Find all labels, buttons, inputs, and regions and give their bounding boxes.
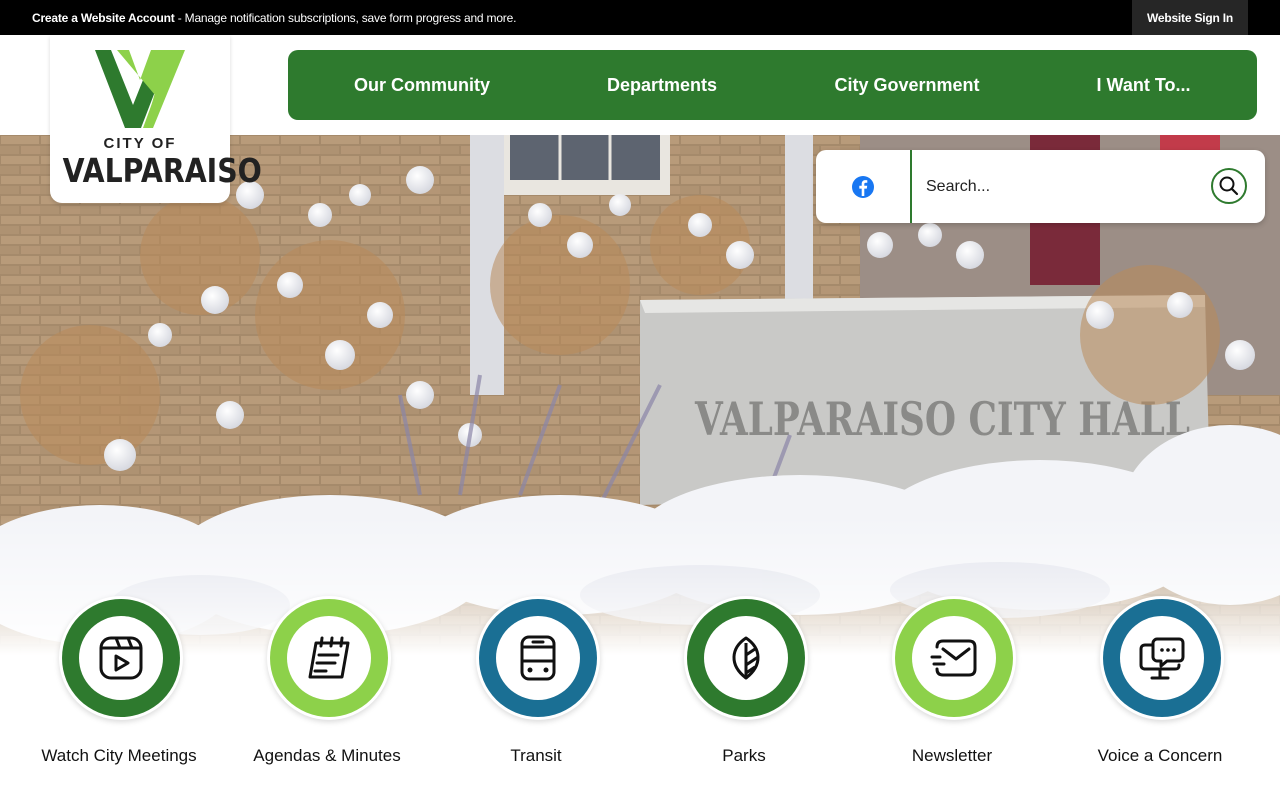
bus-icon — [520, 635, 556, 681]
quick-link-newsletter[interactable]: Newsletter — [848, 596, 1056, 776]
account-banner[interactable]: Create a Website Account - Manage notifi… — [32, 11, 516, 25]
logo-city-of: CITY OF — [103, 135, 177, 152]
mail-icon — [930, 639, 977, 677]
quick-link-label: Transit — [510, 746, 562, 765]
top-bar: Create a Website Account - Manage notifi… — [0, 0, 1280, 35]
quick-link-watch-meetings[interactable]: Watch City Meetings — [15, 596, 223, 776]
search-button[interactable] — [1211, 168, 1247, 204]
facebook-icon — [852, 175, 874, 198]
main-nav: Our Community Departments City Governmen… — [288, 50, 1257, 120]
nav-city-government[interactable]: City Government — [768, 50, 1046, 120]
quick-link-label: Newsletter — [911, 746, 993, 765]
chat-monitor-icon — [1139, 637, 1185, 680]
quick-link-transit[interactable]: Transit — [432, 596, 640, 776]
search-box — [816, 150, 1265, 223]
nav-our-community[interactable]: Our Community — [288, 50, 556, 120]
city-logo[interactable]: CITY OF VALPARAISO — [50, 35, 262, 203]
facebook-link[interactable] — [816, 150, 912, 223]
quick-link-ring — [267, 596, 391, 720]
nav-i-want-to[interactable]: I Want To... — [1046, 50, 1241, 120]
logo-city-name: VALPARAISO — [62, 151, 262, 190]
video-play-icon — [99, 636, 143, 680]
quick-link-label: Agendas & Minutes — [253, 746, 401, 765]
quick-link-label: Watch City Meetings — [41, 746, 197, 765]
quick-link-ring — [892, 596, 1016, 720]
create-account-link[interactable]: Create a Website Account — [32, 11, 175, 25]
notepad-icon — [308, 636, 350, 679]
quick-link-ring — [476, 596, 600, 720]
quick-link-ring — [59, 596, 183, 720]
leaf-icon — [732, 636, 760, 680]
account-banner-desc: - Manage notification subscriptions, sav… — [174, 11, 517, 25]
search-icon — [1219, 176, 1239, 196]
hero-sign-text: VALPARAISO CITY HALL — [694, 392, 1190, 446]
quick-link-agendas[interactable]: Agendas & Minutes — [223, 596, 431, 776]
quick-link-label: Parks — [722, 746, 766, 765]
nav-departments[interactable]: Departments — [556, 50, 768, 120]
quick-link-ring — [1100, 596, 1224, 720]
logo-v-icon — [95, 50, 185, 128]
sign-in-button[interactable]: Website Sign In — [1132, 0, 1248, 35]
quick-link-parks[interactable]: Parks — [640, 596, 848, 776]
quick-link-label: Voice a Concern — [1097, 746, 1223, 765]
quick-link-voice-concern[interactable]: Voice a Concern — [1056, 596, 1264, 776]
quick-link-ring — [684, 596, 808, 720]
search-input[interactable] — [926, 170, 1206, 204]
